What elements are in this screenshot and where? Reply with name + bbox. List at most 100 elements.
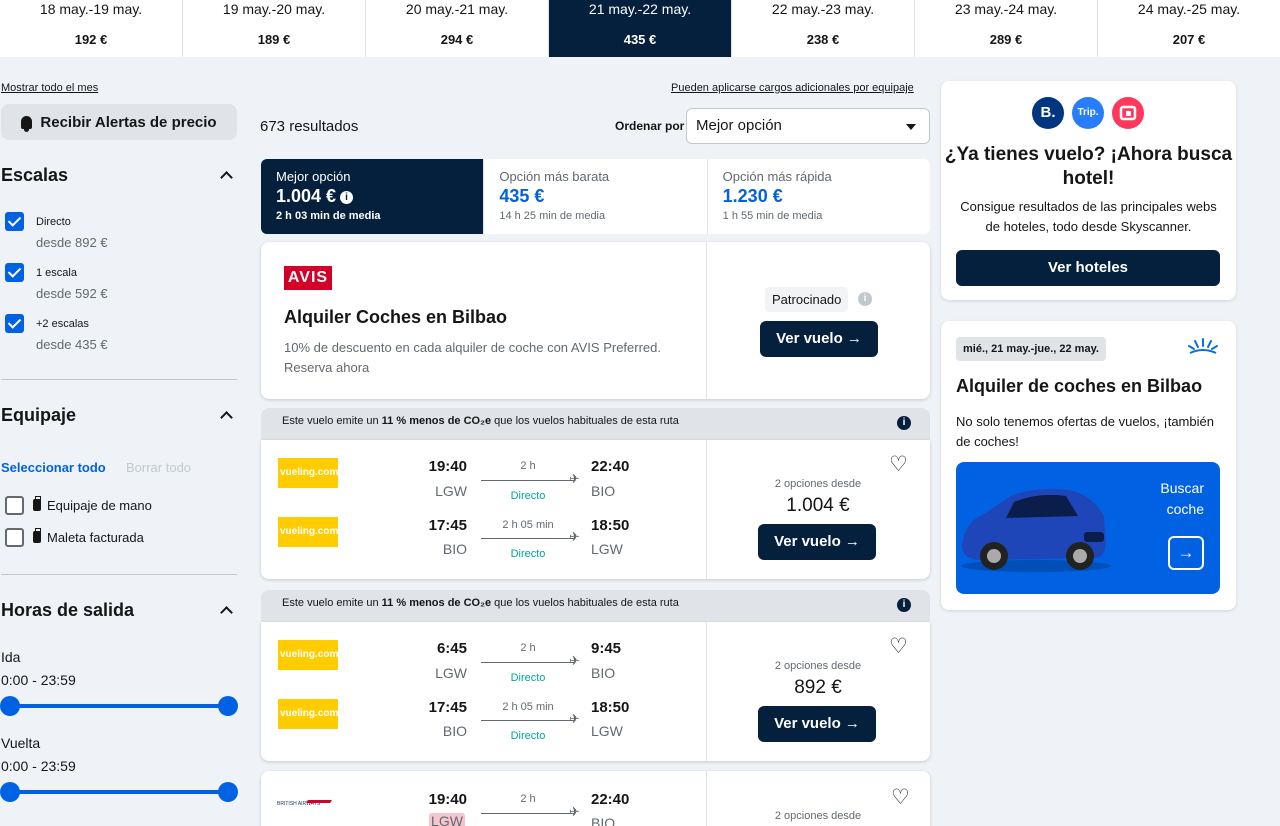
date-cell[interactable]: 24 may.-25 may. 207 €	[1098, 0, 1280, 57]
airline-logo: vueling.com	[278, 699, 338, 729]
hand-luggage-icon	[33, 496, 41, 511]
divider	[1, 574, 237, 575]
date-cell[interactable]: 20 may.-21 may. 294 €	[366, 0, 549, 57]
hotel-promo-subtitle: Consigue resultados de las principales w…	[960, 199, 1217, 234]
tab-best[interactable]: Mejor opción 1.004 € i 2 h 03 min de medi…	[261, 159, 485, 234]
info-icon[interactable]: i	[858, 292, 872, 306]
eco-highlight: 11 % menos de CO₂e	[381, 415, 492, 427]
clear-all-link[interactable]: Borrar todo	[126, 460, 191, 475]
flight-result-card[interactable]: vueling.com 6:45 LGW 2 h ✈ Directo 9:45 …	[261, 622, 930, 761]
departure-time: 19:40	[428, 791, 467, 808]
return-time-slider[interactable]	[0, 782, 238, 802]
date-cell[interactable]: 22 may.-23 may. 238 €	[732, 0, 915, 57]
date-cell[interactable]: 19 may.-20 may. 189 €	[183, 0, 366, 57]
destination-airport: BIO	[591, 665, 616, 681]
date-strip: 18 may.-19 may. 192 € 19 may.-20 may. 189 …	[0, 0, 1280, 57]
divider	[1, 379, 237, 380]
date-price: 207 €	[1172, 32, 1206, 47]
sort-label: Ordenar por	[615, 119, 685, 133]
ad-view-button[interactable]: Ver vuelo →	[760, 321, 878, 357]
flight-price: 892 €	[794, 677, 842, 698]
date-cell[interactable]: 18 may.-19 may. 192 €	[0, 0, 183, 57]
tab-price: 1.230 €	[722, 186, 783, 206]
select-all-link[interactable]: Seleccionar todo	[1, 460, 106, 475]
plane-icon: ✈	[569, 471, 580, 486]
slider-handle-start[interactable]	[0, 782, 20, 802]
baggage-title: Equipaje	[1, 405, 77, 425]
slider-handle-end[interactable]	[218, 782, 238, 802]
arrival-time: 9:45	[591, 640, 622, 657]
slider-handle-end[interactable]	[218, 696, 238, 716]
heart-icon[interactable]: ♡	[889, 452, 908, 477]
tab-fastest[interactable]: Opción más rápida 1.230 € 1 h 55 min de …	[708, 159, 930, 234]
info-icon[interactable]: i	[897, 598, 911, 612]
checkbox-unchecked[interactable]	[5, 528, 24, 547]
heart-icon[interactable]: ♡	[891, 785, 910, 810]
route-line	[481, 480, 575, 481]
checkbox-checked[interactable]	[5, 263, 24, 282]
outbound-time-slider[interactable]	[0, 696, 238, 716]
car-rental-card[interactable]: mié., 21 may.-jue., 22 may. Alquiler de …	[941, 321, 1236, 610]
options-count: 2 opciones desde	[774, 478, 862, 490]
price-alert-button[interactable]: Recibir Alertas de precio	[1, 104, 237, 140]
arrow-right-icon[interactable]: →	[1168, 536, 1204, 570]
view-flight-button[interactable]: Ver vuelo →	[758, 524, 876, 560]
date-cell[interactable]: 23 may.-24 may. 289 €	[915, 0, 1098, 57]
heart-icon[interactable]: ♡	[889, 634, 908, 659]
route-line	[481, 538, 575, 539]
airline-logo: vueling.com	[278, 458, 338, 488]
slider-handle-start[interactable]	[0, 696, 20, 716]
plane-icon: ✈	[569, 804, 580, 819]
checkbox-checked[interactable]	[5, 314, 24, 333]
checkbox-checked[interactable]	[5, 212, 24, 231]
flight-result-card[interactable]: vueling.com 19:40 LGW 2 h ✈ Directo 22:4…	[261, 440, 930, 579]
tab-price: 435 €	[499, 186, 545, 206]
duration: 2 h	[520, 460, 536, 472]
price-alert-label: Recibir Alertas de precio	[40, 113, 217, 131]
hotel-promo-title: ¿Ya tienes vuelo? ¡Ahora busca hotel!	[944, 144, 1233, 189]
tab-time: 1 h 55 min de media	[722, 210, 823, 222]
car-image	[961, 488, 1111, 572]
avis-logo: AVIS	[284, 266, 332, 290]
date-cell-selected[interactable]: 21 may.-22 may. 435 €	[549, 0, 732, 57]
route-line	[481, 813, 575, 814]
chevron-up-icon[interactable]	[220, 606, 233, 619]
tab-label: Opción más barata	[499, 169, 610, 184]
sort-select[interactable]: Mejor opción	[686, 108, 930, 144]
checkbox-label: +2 escalas	[36, 318, 89, 330]
tab-price: 1.004 € i	[276, 186, 483, 207]
date-range: 22 may.-23 may.	[771, 1, 875, 17]
ad-description: 10% de descuento en cada alquiler de coc…	[284, 340, 662, 375]
divider	[706, 242, 707, 399]
view-flight-button[interactable]: Ver vuelo →	[758, 706, 876, 742]
flight-result-card[interactable]: BRITISH AIRWAYS 19:40 LGW 2 h ✈ 22:40 BI…	[261, 771, 930, 826]
checkbox-unchecked[interactable]	[5, 496, 24, 515]
info-icon[interactable]: i	[340, 191, 354, 204]
route-line	[481, 662, 575, 663]
info-icon[interactable]: i	[897, 416, 911, 430]
checkbox-label: Directo	[36, 216, 71, 228]
date-price: 294 €	[440, 32, 474, 47]
chevron-up-icon[interactable]	[220, 411, 233, 424]
origin-airport-highlight: LGW	[429, 813, 465, 826]
view-hotels-button[interactable]: Ver hoteles	[956, 250, 1220, 286]
tab-time: 14 h 25 min de media	[499, 210, 606, 222]
baggage-fees-link[interactable]: Pueden aplicarse cargos adicionales por …	[671, 82, 914, 94]
show-month-link[interactable]: Mostrar todo el mes	[1, 82, 98, 94]
date-price: 435 €	[623, 32, 657, 47]
destination-airport: BIO	[591, 483, 616, 499]
checkbox-sub: desde 892 €	[36, 235, 108, 250]
car-search-banner[interactable]: Buscar coche →	[956, 462, 1220, 594]
origin-airport: BIO	[442, 723, 467, 739]
plane-icon: ✈	[569, 529, 580, 544]
departure-time: 17:45	[428, 517, 467, 534]
tab-cheapest[interactable]: Opción más barata 435 € 14 h 25 min de m…	[484, 159, 708, 234]
options-count: 2 opciones desde	[774, 810, 862, 822]
arrival-time: 22:40	[591, 791, 630, 808]
arrival-time: 18:50	[591, 517, 630, 534]
chevron-up-icon[interactable]	[220, 171, 233, 184]
departure-time: 6:45	[436, 640, 467, 657]
outbound-range: 0:00 - 23:59	[1, 672, 76, 688]
sponsored-ad-card[interactable]: AVIS Alquiler Coches en Bilbao 10% de de…	[261, 242, 930, 399]
baggage-checked-label: Maleta facturada	[33, 528, 144, 545]
